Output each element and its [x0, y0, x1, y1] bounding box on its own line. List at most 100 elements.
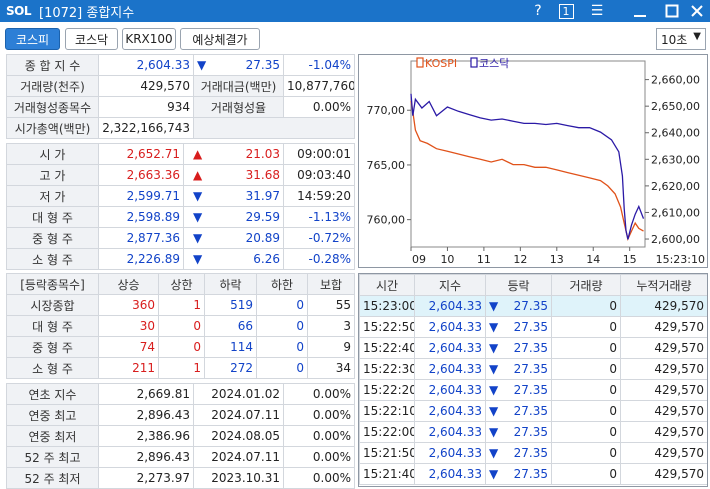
formed-label: 거래형성종목수: [6, 96, 99, 118]
tick-row[interactable]: 15:23:00 2,604.33 ▼ 27.35 0 429,570: [359, 295, 707, 317]
breadth-flat: 3: [307, 315, 355, 337]
breadth-header: 하한: [256, 273, 308, 295]
ohlc-row: 고 가 2,663.36 ▲ 31.68 09:03:40: [6, 164, 355, 186]
x-tick-label: 12: [513, 253, 527, 266]
index-label: 종 합 지 수: [6, 54, 99, 76]
yearly-label: 52 주 최고: [6, 446, 99, 468]
yearly-date: 2024.07.11: [193, 446, 284, 468]
tick-volume: 0: [551, 379, 621, 401]
breadth-label: 중 형 주: [6, 336, 99, 358]
help-button[interactable]: ?: [528, 0, 548, 22]
tick-cum: 429,570: [620, 442, 707, 464]
down-arrow-icon: ▼: [197, 58, 207, 72]
tab-kosdaq[interactable]: 코스닥: [65, 28, 118, 50]
maximize-button[interactable]: [658, 0, 686, 22]
tick-volume: 0: [551, 295, 621, 317]
tick-volume: 0: [551, 400, 621, 422]
ohlc-time: 09:00:01: [283, 143, 355, 165]
yearly-label: 연초 지수: [6, 383, 99, 405]
tick-volume: 0: [551, 463, 621, 485]
plot-frame: [410, 60, 646, 248]
breadth-upper: 1: [158, 294, 205, 316]
tick-diff: ▼ 27.35: [485, 337, 552, 359]
ohlc-row: 저 가 2,599.71 ▼ 31.97 14:59:20: [6, 185, 355, 207]
tab-krx100[interactable]: KRX100: [122, 28, 176, 50]
tick-diff: ▼ 27.35: [485, 463, 552, 485]
close-button[interactable]: [686, 0, 708, 22]
tick-index: 2,604.33: [414, 421, 486, 443]
tick-header: 누적거래량: [620, 274, 707, 296]
tick-diff-value: 27.35: [513, 383, 548, 397]
yearly-row: 52 주 최저 2,273.97 2023.10.31 0.00%: [6, 467, 355, 489]
left-tick-label: 770,00: [367, 104, 406, 117]
ohlc-diff-value: 21.03: [245, 147, 280, 161]
x-tick-label: 15: [623, 253, 637, 266]
ohlc-row: 중 형 주 2,877.36 ▼ 20.89 -0.72%: [6, 227, 355, 249]
down-arrow-icon: ▼: [489, 425, 499, 439]
tab-kospi[interactable]: 코스피: [5, 28, 60, 50]
down-arrow-icon: ▼: [193, 210, 203, 224]
index-change-value: 27.35: [245, 58, 280, 72]
tick-volume: 0: [551, 337, 621, 359]
tick-diff-value: 27.35: [513, 320, 548, 334]
down-arrow-icon: ▼: [489, 404, 499, 418]
screen-number-button[interactable]: 1: [556, 0, 576, 22]
tick-cum: 429,570: [620, 400, 707, 422]
tick-cum: 429,570: [620, 463, 707, 485]
breadth-row: 중 형 주 74 0 114 0 9: [6, 336, 355, 358]
ohlc-label: 저 가: [6, 185, 99, 207]
breadth-up: 30: [98, 315, 159, 337]
yearly-row: 연중 최저 2,386.96 2024.08.05 0.00%: [6, 425, 355, 447]
tick-header: 시간: [359, 274, 415, 296]
tick-row[interactable]: 15:22:10 2,604.33 ▼ 27.35 0 429,570: [359, 400, 707, 422]
yearly-value: 2,896.43: [98, 404, 194, 426]
tick-time: 15:23:00: [359, 295, 415, 317]
tick-row[interactable]: 15:22:50 2,604.33 ▼ 27.35 0 429,570: [359, 316, 707, 338]
screen-number-icon: 1: [558, 3, 574, 19]
tab-expected-price[interactable]: 예상체결가: [180, 28, 260, 50]
tick-time: 15:22:30: [359, 358, 415, 380]
breadth-header: [등락종목수]: [6, 273, 99, 295]
x-tick-label: 13: [550, 253, 564, 266]
tick-row[interactable]: 15:22:20 2,604.33 ▼ 27.35 0 429,570: [359, 379, 707, 401]
tick-cum: 429,570: [620, 316, 707, 338]
formed-value: 934: [98, 96, 194, 118]
tick-panel[interactable]: 시간 지수 등락 거래량 누적거래량 15:23:00 2,604.33 ▼ 27.35 0 42…: [358, 273, 708, 487]
down-arrow-icon: ▼: [489, 299, 499, 313]
breadth-flat: 34: [307, 357, 355, 379]
tick-time: 15:22:10: [359, 400, 415, 422]
minimize-icon: [634, 15, 646, 17]
tick-diff-value: 27.35: [513, 341, 548, 355]
breadth-table: [등락종목수] 상승 상한 하락 하한 보합 시장종합 360 1 519 0 55 대 형 주 30 0…: [6, 273, 355, 379]
tick-cum: 429,570: [620, 295, 707, 317]
yearly-row: 연중 최고 2,896.43 2024.07.11 0.00%: [6, 404, 355, 426]
breadth-up: 211: [98, 357, 159, 379]
tick-row[interactable]: 15:21:50 2,604.33 ▼ 27.35 0 429,570: [359, 442, 707, 464]
yearly-row: 52 주 최고 2,896.43 2024.07.11 0.00%: [6, 446, 355, 468]
yearly-value: 2,669.81: [98, 383, 194, 405]
menu-button[interactable]: ☰: [586, 0, 608, 22]
summary-table: 종 합 지 수 2,604.33 ▼ 27.35 -1.04% 거래량(천주) 4…: [6, 54, 355, 139]
chart-svg: 770,00 765,00 760,00 2,660,00 2,650,00 2,640,…: [367, 57, 706, 266]
x-tick-label: 09: [412, 253, 426, 266]
ohlc-time: 14:59:20: [283, 185, 355, 207]
ohlc-diff: ▲ 21.03: [183, 143, 284, 165]
tick-row[interactable]: 15:22:00 2,604.33 ▼ 27.35 0 429,570: [359, 421, 707, 443]
yearly-label: 52 주 최저: [6, 467, 99, 489]
breadth-down: 66: [204, 315, 257, 337]
tick-row[interactable]: 15:21:40 2,604.33 ▼ 27.35 0 429,570: [359, 463, 707, 485]
yearly-date: 2024.08.05: [193, 425, 284, 447]
legend-swatch-icon: [470, 57, 478, 68]
tick-row[interactable]: 15:22:30 2,604.33 ▼ 27.35 0 429,570: [359, 358, 707, 380]
legend-swatch-icon: [416, 57, 424, 68]
tick-index: 2,604.33: [414, 442, 486, 464]
interval-select[interactable]: 10초 ▼: [656, 28, 706, 50]
tick-diff-value: 27.35: [513, 299, 548, 313]
index-chart[interactable]: 770,00 765,00 760,00 2,660,00 2,650,00 2,640,…: [358, 54, 708, 268]
yearly-pct: 0.00%: [283, 446, 355, 468]
tick-row[interactable]: 15:22:40 2,604.33 ▼ 27.35 0 429,570: [359, 337, 707, 359]
minimize-button[interactable]: [626, 0, 654, 22]
ohlc-table: 시 가 2,652.71 ▲ 21.03 09:00:01 고 가 2,663.36 ▲ 31.…: [6, 143, 355, 270]
breadth-header: 상승: [98, 273, 159, 295]
legend-entry: KOSPI: [425, 57, 457, 70]
